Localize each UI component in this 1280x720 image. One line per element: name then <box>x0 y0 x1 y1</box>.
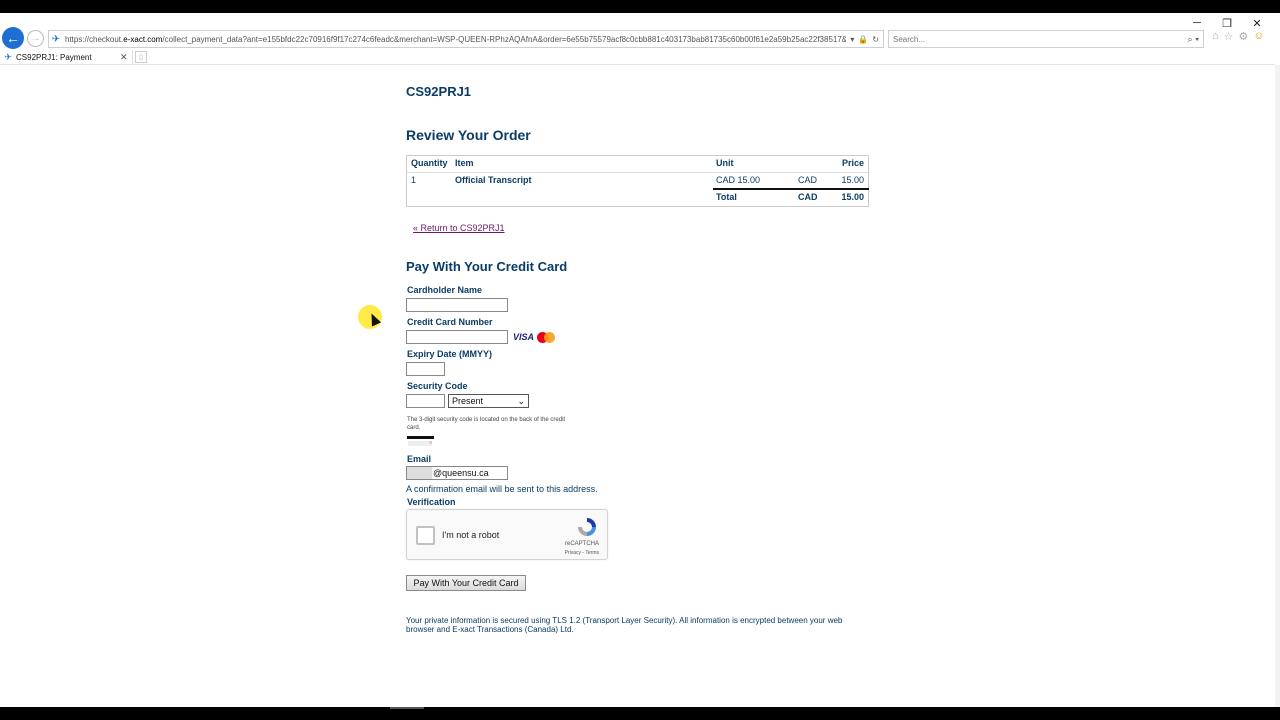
pay-button[interactable]: Pay With Your Credit Card <box>406 575 526 591</box>
minimize-icon[interactable]: ─ <box>1182 15 1212 31</box>
toolbar-icons: ⌂ ☆ ⚙ ☺ <box>1212 30 1265 43</box>
tab-favicon-icon: ✈ <box>4 51 12 62</box>
verification-label: Verification <box>407 497 456 507</box>
star-icon[interactable]: ☆ <box>1224 30 1234 43</box>
home-icon[interactable]: ⌂ <box>1212 30 1219 43</box>
card-back-icon: ○ <box>407 436 434 447</box>
select-value: Present <box>452 396 484 406</box>
tab-divider <box>0 64 1275 65</box>
search-box[interactable]: ⌕ ▾ <box>888 30 1204 48</box>
col-price: Price <box>841 158 864 168</box>
security-code-input[interactable] <box>406 394 445 408</box>
arrow-left-icon: ← <box>6 30 20 46</box>
email-redaction <box>407 467 432 479</box>
window-controls: ─ ❐ ✕ <box>1182 15 1272 31</box>
cardholder-name-input[interactable] <box>406 298 508 312</box>
url-prefix: https://checkout. <box>65 34 124 44</box>
row-price: 15.00 <box>841 175 864 185</box>
taskbar-indicator <box>390 707 424 709</box>
email-label: Email <box>407 454 432 464</box>
screen-top-border <box>0 0 1280 13</box>
total-price: 15.00 <box>841 192 864 202</box>
recaptcha-label: I'm not a robot <box>442 530 500 540</box>
security-note: Your private information is secured usin… <box>406 616 843 634</box>
address-tools: ▾ 🔒 ↻ <box>846 35 883 44</box>
email-value: @queensu.ca <box>433 468 489 478</box>
scrollbar[interactable] <box>1275 65 1280 707</box>
recaptcha-brand: reCAPTCHA <box>564 541 599 547</box>
page-title: CS92PRJ1 <box>406 84 472 99</box>
lock-icon[interactable]: 🔒 <box>858 35 868 44</box>
tab-close-icon[interactable]: ✕ <box>120 52 132 63</box>
tab-payment[interactable]: ✈ CS92PRJ1: Payment ✕ <box>0 50 133 64</box>
col-unit: Unit <box>716 158 734 168</box>
new-tab-icon: ▯ <box>139 54 143 61</box>
cardholder-label: Cardholder Name <box>407 285 483 295</box>
row-unit: CAD 15.00 <box>716 175 761 185</box>
row-quantity: 1 <box>411 175 417 185</box>
address-bar[interactable]: ✈ https://checkout.e-xact.com/collect_pa… <box>48 30 884 48</box>
recaptcha-icon <box>578 518 596 536</box>
gear-icon[interactable]: ⚙ <box>1239 30 1249 43</box>
col-quantity: Quantity <box>411 158 448 168</box>
total-label: Total <box>716 192 737 202</box>
chevron-down-icon: ⌄ <box>517 395 525 406</box>
recaptcha-checkbox[interactable] <box>416 526 435 545</box>
return-link[interactable]: « Return to CS92PRJ1 <box>413 223 505 233</box>
review-heading: Review Your Order <box>406 127 531 143</box>
restore-icon[interactable]: ❐ <box>1212 15 1242 31</box>
col-item: Item <box>455 158 474 168</box>
tab-row: ✈ CS92PRJ1: Payment ✕ ▯ <box>0 50 1280 64</box>
expiry-label: Expiry Date (MMYY) <box>407 349 493 359</box>
url-text[interactable]: https://checkout.e-xact.com/collect_paym… <box>63 35 846 44</box>
header-divider <box>407 172 868 173</box>
site-favicon-icon: ✈ <box>51 33 61 45</box>
email-note: A confirmation email will be sent to thi… <box>406 484 598 494</box>
tab-title: CS92PRJ1: Payment <box>16 52 92 62</box>
order-table: Quantity Item Unit Price 1 Official Tran… <box>406 155 869 207</box>
row-currency: CAD <box>798 175 818 185</box>
arrow-right-icon: → <box>30 33 41 44</box>
pay-heading: Pay With Your Credit Card <box>406 259 568 274</box>
expiry-input[interactable] <box>406 362 445 376</box>
screen-bottom-border <box>0 707 1280 720</box>
new-tab-button[interactable]: ▯ <box>135 51 147 63</box>
recaptcha-links[interactable]: Privacy - Terms <box>565 550 599 556</box>
search-icon[interactable]: ⌕ ▾ <box>1188 34 1199 45</box>
forward-button[interactable]: → <box>27 30 44 47</box>
recaptcha-widget: I'm not a robot reCAPTCHA Privacy - Term… <box>406 509 608 560</box>
row-item: Official Transcript <box>455 175 532 185</box>
card-number-input[interactable] <box>406 330 508 344</box>
refresh-icon[interactable]: ↻ <box>872 35 879 44</box>
security-code-label: Security Code <box>407 381 468 391</box>
total-currency: CAD <box>798 192 818 202</box>
card-number-label: Credit Card Number <box>407 317 493 327</box>
security-code-select[interactable]: Present ⌄ <box>448 394 529 408</box>
email-field[interactable]: @queensu.ca <box>406 466 508 480</box>
url-path: /collect_payment_data?ant=e155bfdc22c709… <box>162 34 847 44</box>
url-domain: e-xact.com <box>123 34 163 44</box>
back-button[interactable]: ← <box>2 27 24 49</box>
mastercard-icon <box>537 332 555 343</box>
security-hint: The 3-digit security code is located on … <box>407 417 566 431</box>
visa-icon: VISA <box>513 332 535 342</box>
smiley-icon[interactable]: ☺ <box>1253 30 1264 43</box>
total-rule <box>713 188 869 190</box>
search-input[interactable] <box>893 34 1153 44</box>
dropdown-icon[interactable]: ▾ <box>850 35 854 44</box>
close-window-icon[interactable]: ✕ <box>1242 15 1272 31</box>
browser-chrome: ─ ❐ ✕ ← → ✈ https://checkout.e-xact.com/… <box>0 13 1280 65</box>
